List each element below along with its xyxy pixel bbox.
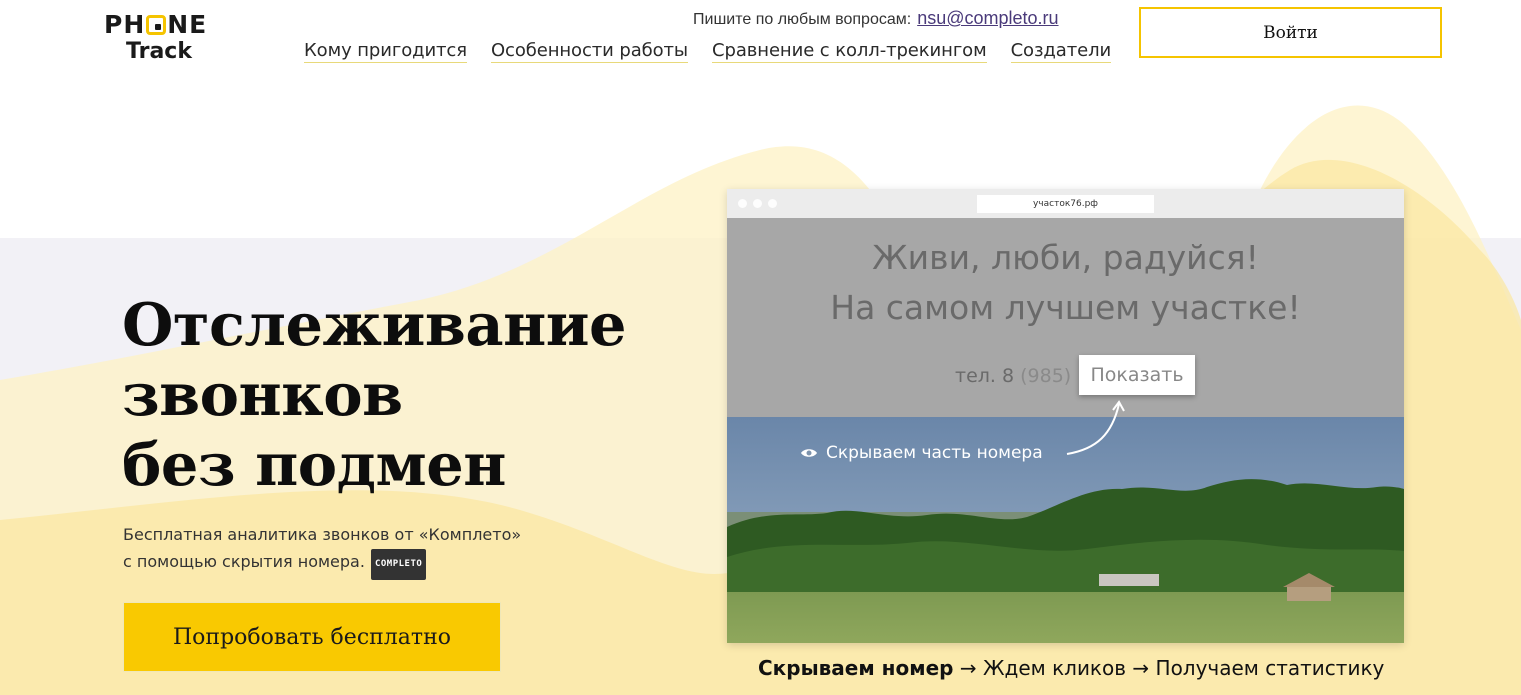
logo-phone-text: PH NE — [104, 10, 208, 39]
hide-number-label: Скрываем часть номера — [800, 443, 1043, 463]
hero-title: Отслеживание звонков без подмен — [122, 290, 627, 499]
mock-site-header: Живи, люби, радуйся! На самом лучшем уча… — [727, 218, 1404, 417]
mock-show-number-button: Показать — [1079, 355, 1195, 395]
nav-item-creators[interactable]: Создатели — [1010, 40, 1111, 63]
login-button[interactable]: Войти — [1139, 7, 1442, 58]
hero-subtitle: Бесплатная аналитика звонков от «Комплет… — [123, 521, 521, 580]
window-dot-icon — [753, 199, 762, 208]
logo-track-text: Track — [126, 39, 192, 64]
nav-item-features[interactable]: Особенности работы — [490, 40, 688, 63]
window-dot-icon — [768, 199, 777, 208]
logo[interactable]: PH NE Track — [104, 12, 220, 66]
nav-item-who-needs[interactable]: Кому пригодится — [304, 40, 467, 63]
contact-email-link[interactable]: nsu@completo.ru — [917, 8, 1058, 28]
contact-label: Пишите по любым вопросам: — [693, 11, 912, 28]
browser-toolbar: участок76.рф — [727, 189, 1404, 218]
browser-mockup: участок76.рф Живи, люби, радуйся! На сам… — [727, 189, 1404, 643]
completo-logo-badge: COMPLETO — [370, 549, 427, 580]
process-caption: Скрываем номер → Ждем кликов → Получаем … — [758, 656, 1385, 680]
contact-line: Пишите по любым вопросам: nsu@completo.ru — [693, 8, 1059, 29]
mock-site-headline-1: Живи, люби, радуйся! — [872, 238, 1259, 277]
curved-arrow-icon — [1066, 400, 1125, 455]
nav-item-comparison[interactable]: Сравнение с колл-трекингом — [712, 40, 987, 63]
browser-url-bar: участок76.рф — [977, 195, 1154, 213]
mock-site-headline-2: На самом лучшем участке! — [830, 288, 1301, 327]
try-free-button[interactable]: Попробовать бесплатно — [123, 602, 501, 672]
eye-icon — [801, 449, 817, 457]
main-nav: Кому пригодится Особенности работы Сравн… — [304, 40, 1111, 63]
logo-o-icon — [146, 15, 167, 35]
window-dot-icon — [738, 199, 747, 208]
mock-phone-number: тел. 8 (985) — [955, 365, 1072, 387]
